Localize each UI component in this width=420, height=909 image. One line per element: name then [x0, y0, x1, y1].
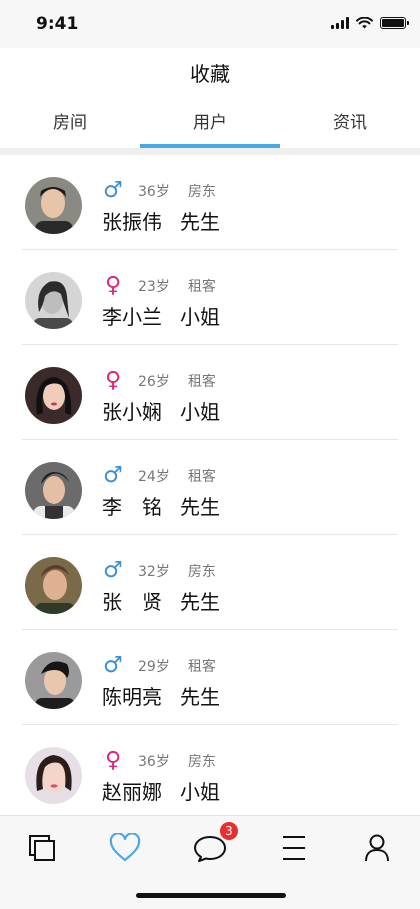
user-name-line: 李小兰 小姐 [102, 301, 220, 330]
user-meta: ♀ 23岁 租客 [102, 275, 216, 297]
user-meta: ♂ 29岁 租客 [102, 655, 216, 677]
user-age: 36岁 [138, 184, 170, 200]
tabbar-copy-button[interactable] [24, 830, 60, 866]
user-name-line: 张 贤先生 [102, 586, 220, 615]
user-meta: ♀ 36岁 房东 [102, 750, 216, 772]
user-age: 32岁 [138, 564, 170, 580]
tabbar-menu-button[interactable] [276, 830, 312, 866]
male-icon: ♂ [103, 653, 123, 678]
tabbar-favorites-button[interactable] [107, 830, 143, 866]
user-list-item[interactable]: ♀ 23岁 租客 李小兰 小姐 [22, 250, 398, 345]
avatar [25, 462, 82, 519]
male-icon: ♂ [103, 178, 123, 203]
user-name: 李小兰 [102, 305, 162, 329]
tabbar-messages-button[interactable]: 3 [192, 822, 238, 866]
tab-news[interactable]: 资讯 [280, 100, 420, 148]
user-name: 张振伟 [102, 210, 162, 234]
user-name-line: 张小娴 小姐 [102, 396, 220, 425]
avatar [25, 557, 82, 614]
user-title: 小姐 [180, 780, 220, 804]
user-age: 26岁 [138, 374, 170, 390]
menu-icon [283, 836, 305, 860]
user-role: 房东 [187, 754, 216, 770]
user-role: 房东 [187, 564, 216, 580]
tabbar-profile-button[interactable] [359, 830, 395, 866]
user-role: 租客 [187, 374, 216, 390]
avatar [25, 747, 82, 804]
user-role: 房东 [187, 184, 216, 200]
user-meta: ♀ 26岁 租客 [102, 370, 216, 392]
user-name: 赵丽娜 [102, 780, 162, 804]
tab-users[interactable]: 用户 [140, 100, 280, 148]
unread-badge: 3 [220, 822, 238, 840]
home-indicator [136, 893, 286, 898]
user-icon [365, 834, 389, 862]
user-title: 先生 [180, 210, 220, 234]
user-title: 先生 [180, 495, 220, 519]
status-bar: 9:41 [0, 0, 420, 48]
avatar [25, 652, 82, 709]
favorite-user-list[interactable]: ♂ 36岁 房东 张振伟先生 ♀ 23岁 租客 李小兰小姐 ♀ 26岁 租客 [0, 155, 420, 815]
user-age: 29岁 [138, 659, 170, 675]
heart-icon [109, 833, 141, 862]
user-list-item[interactable]: ♂ 29岁 租客 陈明亮 先生 [22, 630, 398, 725]
user-title: 小姐 [180, 305, 220, 329]
avatar [25, 367, 82, 424]
female-icon: ♀ [104, 748, 122, 773]
user-meta: ♂ 32岁 房东 [102, 560, 216, 582]
user-role: 租客 [187, 279, 216, 295]
user-age: 24岁 [138, 469, 170, 485]
user-name: 李 铭 [102, 495, 162, 519]
user-age: 23岁 [138, 279, 170, 295]
male-icon: ♂ [103, 463, 123, 488]
user-role: 租客 [187, 659, 216, 675]
user-age: 36岁 [138, 754, 170, 770]
user-meta: ♂ 24岁 租客 [102, 465, 216, 487]
user-title: 先生 [180, 590, 220, 614]
user-name-line: 陈明亮 先生 [102, 681, 220, 710]
female-icon: ♀ [104, 273, 122, 298]
battery-icon [380, 17, 409, 29]
male-icon: ♂ [103, 558, 123, 583]
wifi-icon [356, 17, 373, 29]
user-meta: ♂ 36岁 房东 [102, 180, 216, 202]
user-name: 张 贤 [102, 590, 162, 614]
user-list-item[interactable]: ♀ 36岁 房东 赵丽娜 小姐 [22, 725, 398, 815]
page-title: 收藏 [190, 62, 230, 86]
user-name-line: 李 铭先生 [102, 491, 220, 520]
user-list-item[interactable]: ♂ 32岁 房东 张 贤先生 [22, 535, 398, 630]
user-role: 租客 [187, 469, 216, 485]
avatar [25, 177, 82, 234]
user-name-line: 张振伟 先生 [102, 206, 220, 235]
user-name: 陈明亮 [102, 685, 162, 709]
female-icon: ♀ [104, 368, 122, 393]
user-title: 小姐 [180, 400, 220, 424]
user-list-item[interactable]: ♂ 36岁 房东 张振伟 先生 [22, 155, 398, 250]
status-time: 9:41 [36, 14, 79, 34]
status-icons [331, 17, 409, 29]
user-list-item[interactable]: ♀ 26岁 租客 张小娴 小姐 [22, 345, 398, 440]
section-divider [0, 148, 420, 155]
copy-icon [29, 835, 55, 861]
avatar [25, 272, 82, 329]
user-name: 张小娴 [102, 400, 162, 424]
user-list-item[interactable]: ♂ 24岁 租客 李 铭先生 [22, 440, 398, 535]
user-title: 先生 [180, 685, 220, 709]
segment-tabs: 房间 用户 资讯 [0, 100, 420, 148]
tab-rooms[interactable]: 房间 [0, 100, 140, 148]
signal-icon [331, 17, 349, 29]
user-name-line: 赵丽娜 小姐 [102, 776, 220, 805]
